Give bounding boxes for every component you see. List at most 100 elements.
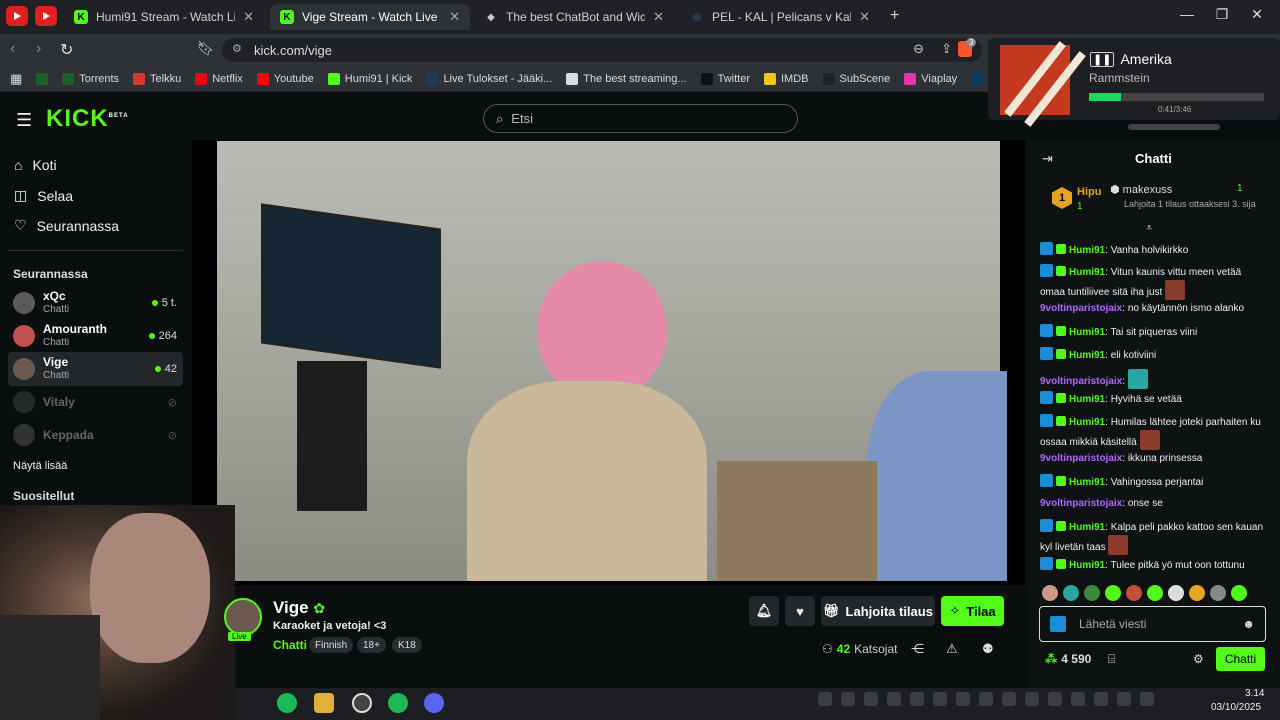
show-more-link[interactable]: Näytä lisää	[13, 460, 67, 472]
chat-scroll-handle[interactable]	[1128, 124, 1220, 130]
channel-points[interactable]: ⁂ 4 590	[1045, 652, 1091, 666]
emote-icon[interactable]	[1147, 585, 1163, 601]
close-tab-icon[interactable]: ✕	[653, 9, 664, 25]
discord-tray-icon[interactable]	[864, 692, 878, 706]
minimize-button[interactable]: —	[1175, 6, 1199, 22]
shield-icon[interactable]	[1071, 692, 1085, 706]
device-icon[interactable]	[1048, 692, 1062, 706]
emote-icon[interactable]	[1189, 585, 1205, 601]
forward-icon[interactable]: ›	[36, 40, 41, 58]
bookmark-item[interactable]: Viaplay	[904, 72, 957, 85]
kick-logo[interactable]: KICKBETA	[46, 105, 129, 133]
chat-username[interactable]: 9voltinparistojaix	[1040, 498, 1122, 509]
pinned-youtube-tab-2[interactable]	[35, 6, 57, 26]
emote-icon[interactable]	[1042, 585, 1058, 601]
bookmark-item[interactable]: Humi91 | Kick	[327, 72, 412, 85]
file-explorer-icon[interactable]	[314, 693, 334, 713]
sidebar-channel[interactable]: Vitaly ⊘	[8, 385, 183, 419]
nvidia-icon[interactable]	[818, 692, 832, 706]
notification-bell-button[interactable]: 🔔︎	[749, 596, 779, 626]
chat-username[interactable]: 9voltinparistojaix	[1040, 303, 1122, 314]
emote-icon[interactable]	[1210, 585, 1226, 601]
spotify-icon[interactable]	[277, 693, 297, 713]
emote-icon[interactable]	[1063, 585, 1079, 601]
close-window-button[interactable]: ✕	[1245, 6, 1269, 23]
pause-icon[interactable]: ❚❚	[1090, 51, 1115, 67]
chat-username[interactable]: Humi91	[1069, 394, 1105, 405]
browser-tab[interactable]: ◎ PEL - KAL | Pelicans v KalPa LIVE 03/1 ✕	[680, 4, 880, 30]
tag-k18[interactable]: K18	[392, 637, 422, 653]
search-input[interactable]: ⌕ Etsi	[483, 104, 798, 133]
bookmark-item[interactable]: Twitter	[700, 72, 750, 85]
sidebar-item-browse[interactable]: ◫ Selaa	[14, 187, 73, 204]
spotify-icon-2[interactable]	[388, 693, 408, 713]
chat-username[interactable]: Humi91	[1069, 522, 1105, 533]
emote-icon[interactable]	[1084, 585, 1100, 601]
close-tab-icon[interactable]: ✕	[449, 9, 460, 25]
volume-icon[interactable]	[1140, 692, 1154, 706]
second-name[interactable]: ⬢ makexuss	[1110, 183, 1172, 196]
leader-name[interactable]: Hipu	[1077, 186, 1101, 198]
play-icon[interactable]	[933, 692, 947, 706]
network-icon[interactable]	[1094, 692, 1108, 706]
tag-language[interactable]: Finnish	[309, 637, 354, 653]
menu-icon[interactable]: ☰	[16, 110, 32, 131]
steam-icon[interactable]	[979, 692, 993, 706]
chevron-icon[interactable]	[1002, 692, 1016, 706]
gift-sub-button[interactable]: 🎁︎ Lahjoita tilaus	[821, 596, 935, 626]
report-icon[interactable]: ⚠	[946, 641, 958, 657]
pinned-toggle-icon[interactable]: ⩡	[1146, 222, 1152, 235]
follow-button[interactable]: ♥	[785, 596, 815, 626]
battle-net-icon[interactable]	[910, 692, 924, 706]
bookmark-item[interactable]: Netflix	[195, 72, 243, 85]
bookmark-item[interactable]: Torrents	[62, 72, 119, 85]
tag-age[interactable]: 18+	[357, 637, 386, 653]
stream-category[interactable]: Chatti	[273, 638, 307, 652]
bookmark-icon[interactable]: 🔖︎	[197, 40, 215, 57]
video-frame[interactable]	[217, 141, 1007, 581]
close-tab-icon[interactable]: ✕	[859, 9, 870, 25]
cloud-icon[interactable]	[887, 692, 901, 706]
back-icon[interactable]: ‹	[10, 40, 15, 58]
pinned-youtube-tab[interactable]	[6, 6, 28, 26]
chat-username[interactable]: Humi91	[1069, 477, 1105, 488]
sidebar-item-following[interactable]: ♡ Seurannassa	[14, 217, 119, 234]
chat-username[interactable]: Humi91	[1069, 267, 1105, 278]
browser-tab[interactable]: ◆ The best ChatBot and Widgets for Kic ✕	[474, 4, 674, 30]
chat-username[interactable]: Humi91	[1069, 417, 1105, 428]
subscribe-button[interactable]: ✧ Tilaa	[941, 596, 1004, 626]
store-icon[interactable]: ⌸	[1108, 652, 1115, 667]
url-bar[interactable]: ⚙ kick.com/vige ⊖ ⇪	[222, 38, 982, 62]
maximize-button[interactable]: ❐	[1210, 6, 1234, 23]
bookmark-item[interactable]: Youtube	[256, 72, 314, 85]
mic-icon[interactable]	[1117, 692, 1131, 706]
chat-username[interactable]: 9voltinparistojaix	[1040, 453, 1122, 464]
zoom-icon[interactable]: ⊖	[913, 41, 924, 57]
user-options-icon[interactable]: ⚉	[982, 641, 994, 657]
chat-username[interactable]: Humi91	[1069, 327, 1105, 338]
settings-icon[interactable]: ⚙	[1193, 652, 1204, 666]
streamer-name[interactable]: Vige ✿	[273, 598, 325, 618]
bookmark-item[interactable]: IMDB	[764, 72, 809, 85]
share-icon[interactable]: ⇪	[941, 41, 952, 57]
spotify-tray-icon[interactable]	[841, 692, 855, 706]
sidebar-channel[interactable]: Vige Chatti 42	[8, 352, 183, 386]
share-icon[interactable]: ⋲	[911, 641, 924, 657]
sidebar-channel[interactable]: xQc Chatti 5 t.	[8, 286, 183, 320]
collapse-chat-icon[interactable]: ⇥	[1042, 151, 1053, 167]
emote-icon[interactable]	[1168, 585, 1184, 601]
emote-icon[interactable]	[1126, 585, 1142, 601]
sidebar-item-home[interactable]: ⌂ Koti	[14, 157, 57, 173]
sidebar-channel[interactable]: Keppada ⊘	[8, 418, 183, 452]
chat-username[interactable]: Humi91	[1069, 245, 1105, 256]
new-tab-button[interactable]: +	[890, 7, 899, 25]
chat-message-input[interactable]: Lähetä viesti ☻	[1039, 606, 1266, 642]
browser-tab[interactable]: K Humi91 Stream - Watch Live on Kick ✕	[64, 4, 264, 30]
emote-icon[interactable]	[1231, 585, 1247, 601]
apps-grid-icon[interactable]: ▦	[10, 71, 22, 87]
bluetooth-icon[interactable]	[1025, 692, 1039, 706]
site-info-icon[interactable]: ⚙	[232, 42, 242, 55]
track-progress[interactable]	[1089, 93, 1264, 101]
emote-icon[interactable]	[1105, 585, 1121, 601]
bookmark-item[interactable]: Live Tulokset - Jääki...	[426, 72, 552, 85]
